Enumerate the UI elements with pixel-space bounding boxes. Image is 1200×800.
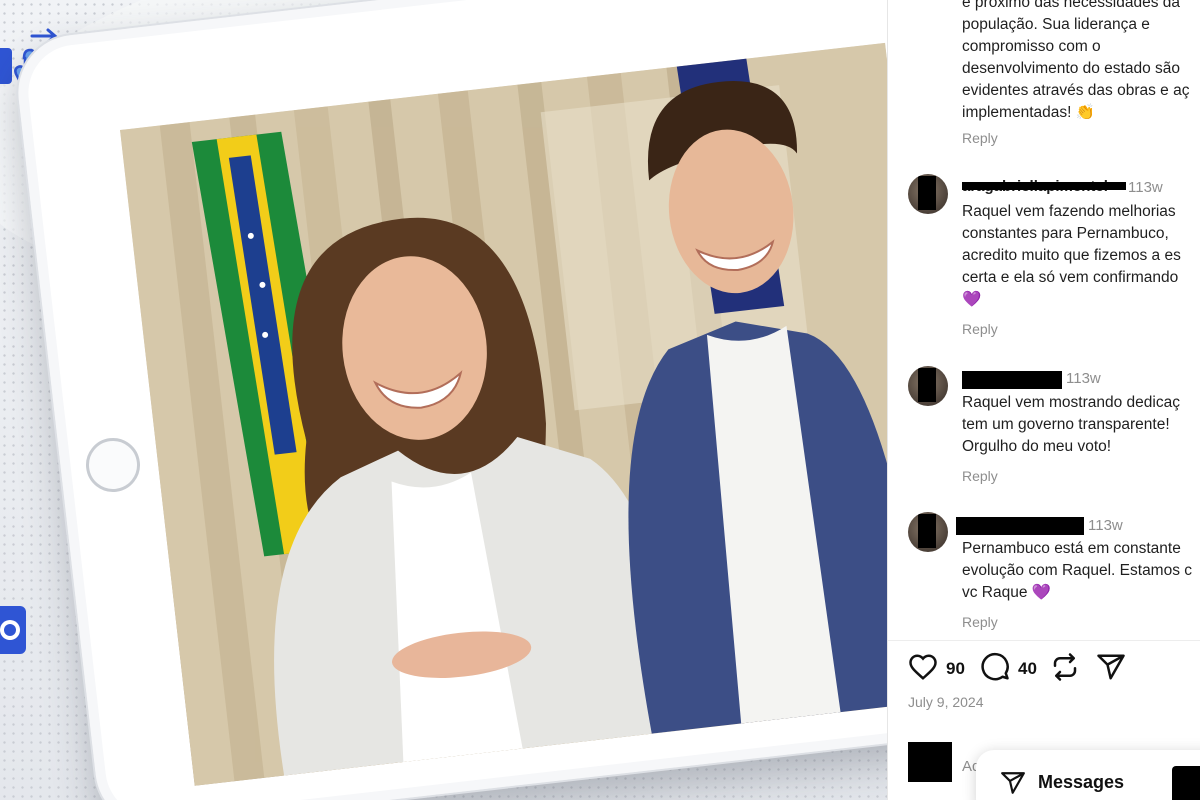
- avatar[interactable]: [908, 174, 948, 214]
- caption-text: é próximo das necessidades da população.…: [962, 0, 1190, 121]
- avatar: [908, 742, 952, 782]
- comment-text: Pernambuco está em constante evolução co…: [962, 540, 1193, 601]
- username-redaction: [956, 517, 1084, 535]
- comments-count: 40: [1018, 659, 1037, 678]
- post-photo: [120, 42, 960, 786]
- messages-button[interactable]: Messages: [976, 750, 1200, 800]
- post-date: July 9, 2024: [908, 694, 984, 710]
- repost-icon[interactable]: [1050, 652, 1080, 682]
- comment-time: 113w: [1066, 370, 1101, 387]
- comment-text: Raquel vem mostrando dedicaç tem um gove…: [962, 394, 1180, 455]
- messages-label: Messages: [1038, 772, 1125, 792]
- comment-text: Raquel vem fazendo melhorias constantes …: [962, 203, 1181, 308]
- send-icon: [1001, 772, 1025, 794]
- camera-icon: [0, 606, 26, 654]
- username-redaction: [962, 371, 1062, 389]
- comment-time: 113w: [1088, 517, 1123, 534]
- action-bar: 90 40: [908, 652, 1200, 688]
- reply-link[interactable]: Reply: [962, 614, 998, 630]
- reply-link[interactable]: Reply: [962, 468, 998, 484]
- username-redaction: [962, 182, 1126, 190]
- reply-link[interactable]: Reply: [962, 321, 998, 337]
- likes-count: 90: [946, 659, 965, 678]
- reply-link[interactable]: Reply: [962, 130, 998, 146]
- heart-icon[interactable]: [908, 652, 938, 682]
- comment-icon[interactable]: [980, 652, 1010, 682]
- avatar[interactable]: [908, 366, 948, 406]
- divider: [888, 640, 1200, 641]
- avatar[interactable]: [908, 512, 948, 552]
- comments-panel: é próximo das necessidades da população.…: [887, 0, 1200, 800]
- messages-avatar-redaction: [1172, 766, 1200, 800]
- comment-time: 113w: [1128, 179, 1163, 196]
- share-icon[interactable]: [1096, 652, 1126, 682]
